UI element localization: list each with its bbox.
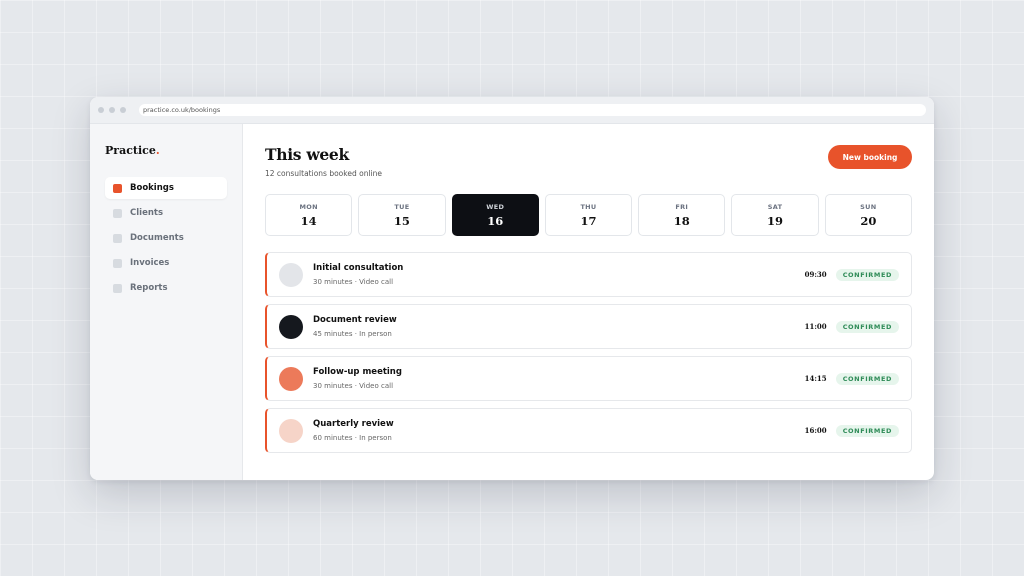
sidebar-item-invoices[interactable]: Invoices: [105, 252, 227, 274]
status-badge: CONFIRMED: [835, 320, 899, 333]
booking-title: Initial consultation: [313, 263, 404, 273]
booking-row[interactable]: Document review 45 minutes · In person 1…: [265, 304, 912, 349]
browser-window: practice.co.uk/bookings Practice. Bookin…: [90, 97, 934, 480]
day-fri[interactable]: FRI 18: [638, 194, 726, 236]
new-booking-button[interactable]: New booking: [828, 145, 912, 169]
day-number: 16: [487, 213, 504, 228]
day-number: 14: [300, 213, 317, 228]
booking-meta: 60 minutes · In person: [313, 434, 392, 442]
booking-row[interactable]: Initial consultation 30 minutes · Video …: [265, 252, 912, 297]
window-dot-maximize[interactable]: [120, 107, 126, 113]
sidebar-item-label: Bookings: [130, 183, 174, 193]
sidebar-item-reports[interactable]: Reports: [105, 277, 227, 299]
avatar: [279, 366, 303, 391]
day-name: SAT: [767, 202, 783, 211]
day-number: 18: [673, 213, 690, 228]
day-name: WED: [486, 202, 505, 211]
sidebar-item-label: Reports: [130, 283, 168, 293]
day-sun[interactable]: SUN 20: [824, 194, 912, 236]
bookings-icon: [113, 183, 122, 193]
day-name: THU: [580, 202, 597, 211]
day-number: 20: [860, 213, 877, 228]
documents-icon: [113, 233, 122, 243]
booking-meta: 45 minutes · In person: [313, 330, 392, 338]
day-number: 15: [393, 213, 410, 228]
reports-icon: [113, 283, 122, 293]
status-badge: CONFIRMED: [835, 372, 899, 385]
booking-row[interactable]: Follow-up meeting 30 minutes · Video cal…: [265, 356, 912, 401]
day-thu[interactable]: THU 17: [544, 194, 633, 236]
booking-title: Quarterly review: [313, 419, 394, 429]
invoices-icon: [113, 258, 122, 268]
avatar: [279, 314, 303, 339]
sidebar: Practice. Bookings Clients Documents Inv…: [90, 124, 243, 480]
sidebar-item-bookings[interactable]: Bookings: [105, 177, 227, 199]
browser-chrome: practice.co.uk/bookings: [90, 97, 934, 124]
day-number: 19: [767, 213, 784, 228]
page-subtitle: 12 consultations booked online: [265, 169, 382, 178]
booking-meta: 30 minutes · Video call: [313, 278, 394, 286]
page-title: This week: [265, 145, 349, 164]
status-badge: CONFIRMED: [835, 424, 899, 437]
day-name: MON: [299, 202, 318, 211]
address-bar[interactable]: practice.co.uk/bookings: [139, 104, 926, 116]
avatar: [279, 418, 303, 443]
day-name: SUN: [860, 202, 877, 211]
sidebar-item-label: Documents: [130, 233, 184, 243]
booking-time: 16:00: [804, 426, 827, 435]
booking-row[interactable]: Quarterly review 60 minutes · In person …: [265, 408, 912, 453]
window-dot-close[interactable]: [98, 107, 104, 113]
day-sat[interactable]: SAT 19: [731, 194, 819, 236]
booking-title: Document review: [313, 315, 397, 325]
sidebar-item-documents[interactable]: Documents: [105, 227, 227, 249]
day-tue[interactable]: TUE 15: [358, 194, 446, 236]
day-mon[interactable]: MON 14: [265, 194, 353, 236]
status-badge: CONFIRMED: [835, 268, 899, 281]
booking-time: 11:00: [804, 322, 827, 331]
week-day-selector: MON 14 TUE 15 WED 16 THU 17 FRI 18 SAT 1…: [265, 194, 912, 236]
sidebar-item-clients[interactable]: Clients: [105, 202, 227, 224]
booking-title: Follow-up meeting: [313, 367, 402, 377]
booking-meta: 30 minutes · Video call: [313, 382, 394, 390]
app-logo[interactable]: Practice.: [105, 144, 227, 157]
booking-time: 14:15: [804, 374, 827, 383]
sidebar-item-label: Clients: [130, 208, 164, 218]
avatar: [279, 262, 303, 287]
booking-time: 09:30: [804, 270, 827, 279]
window-dot-minimize[interactable]: [109, 107, 115, 113]
day-wed[interactable]: WED 16: [451, 194, 539, 236]
day-name: TUE: [394, 202, 410, 211]
day-name: FRI: [675, 202, 689, 211]
bookings-list: Initial consultation 30 minutes · Video …: [265, 252, 912, 460]
clients-icon: [113, 208, 122, 218]
main-content: This week 12 consultations booked online…: [265, 124, 912, 480]
day-number: 17: [580, 213, 597, 228]
sidebar-item-label: Invoices: [130, 258, 170, 268]
